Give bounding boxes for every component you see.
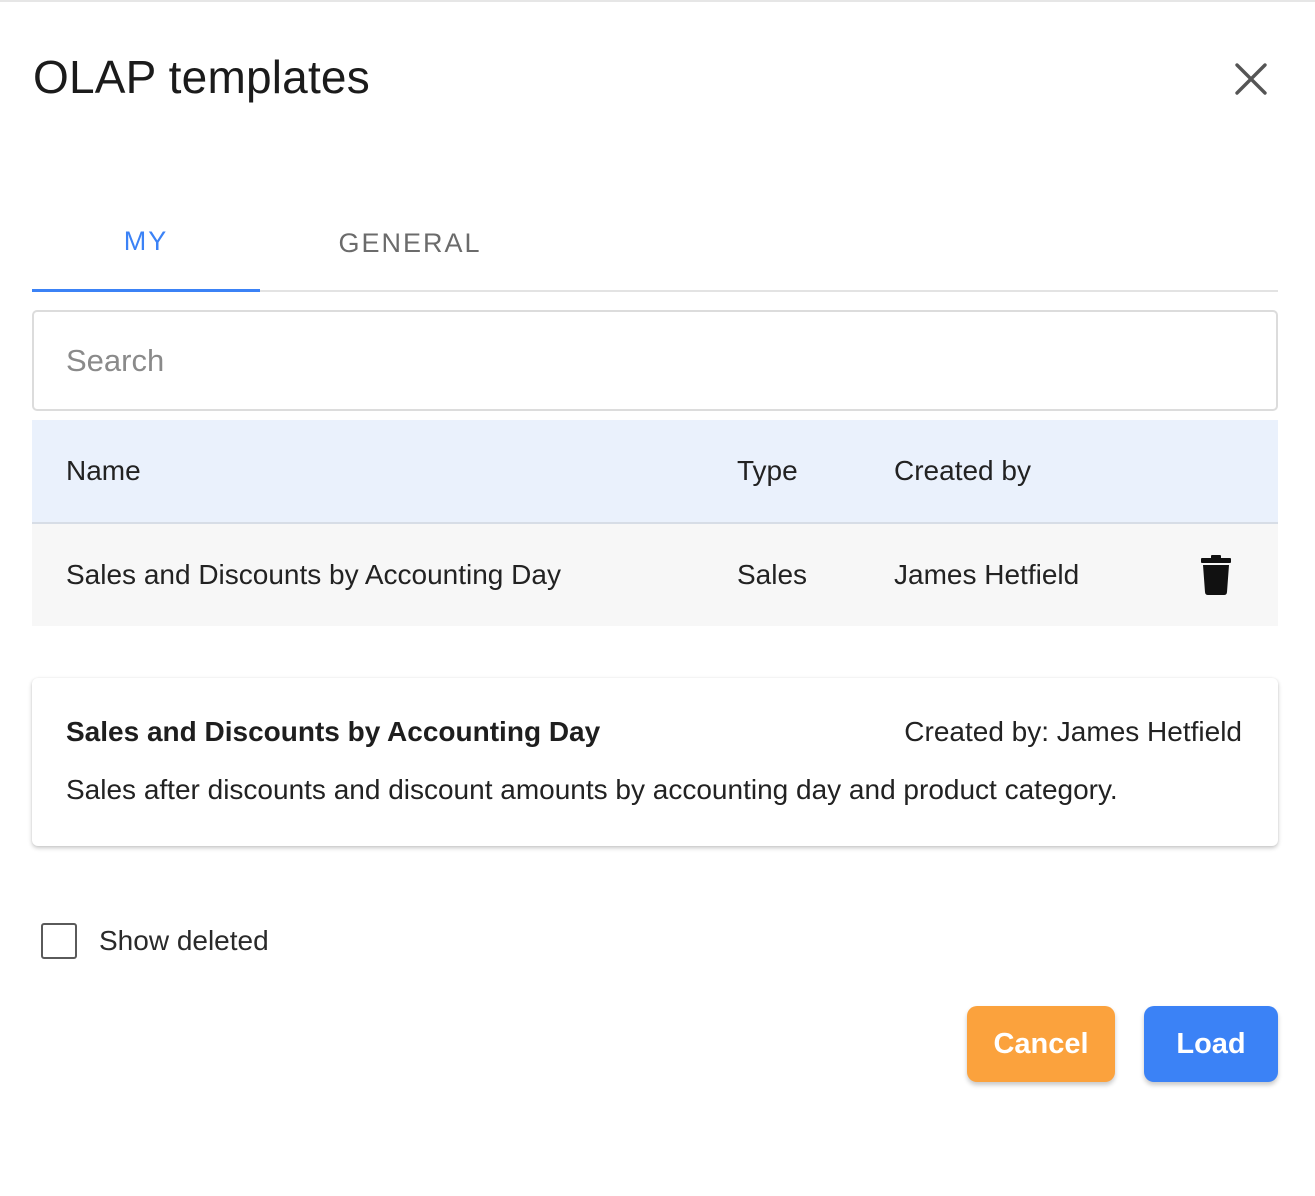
table-row[interactable]: Sales and Discounts by Accounting Day Sa… xyxy=(32,524,1278,626)
row-type: Sales xyxy=(737,559,808,590)
delete-button[interactable] xyxy=(1192,524,1240,626)
column-header-created-by[interactable]: Created by xyxy=(894,420,1031,522)
templates-table: Name Type Created by Sales and Discounts… xyxy=(32,420,1278,626)
cancel-button[interactable]: Cancel xyxy=(967,1006,1115,1082)
olap-templates-dialog: OLAP templates MY GENERAL Name Type Crea… xyxy=(0,0,1315,1196)
show-deleted-label: Show deleted xyxy=(99,925,269,956)
template-details-card: Sales and Discounts by Accounting Day Cr… xyxy=(32,678,1278,846)
table-header: Name Type Created by xyxy=(32,420,1278,524)
search-box xyxy=(32,310,1278,411)
show-deleted-toggle[interactable]: Show deleted xyxy=(41,923,269,959)
tab-bar: MY GENERAL xyxy=(32,194,1278,292)
tab-my[interactable]: MY xyxy=(32,194,260,292)
dialog-title: OLAP templates xyxy=(33,51,370,103)
details-created-by: Created by: James Hetfield xyxy=(904,716,1242,747)
tab-general[interactable]: GENERAL xyxy=(260,194,560,292)
search-input[interactable] xyxy=(34,312,1276,409)
row-name: Sales and Discounts by Accounting Day xyxy=(66,559,561,590)
close-icon xyxy=(1235,63,1267,95)
trash-icon xyxy=(1201,555,1231,595)
load-button[interactable]: Load xyxy=(1144,1006,1278,1082)
details-description: Sales after discounts and discount amoun… xyxy=(66,774,1118,805)
show-deleted-checkbox[interactable] xyxy=(41,923,77,959)
column-header-type[interactable]: Type xyxy=(737,420,798,522)
column-header-name[interactable]: Name xyxy=(66,420,141,522)
row-created-by: James Hetfield xyxy=(894,559,1080,590)
close-button[interactable] xyxy=(1228,56,1274,102)
details-title: Sales and Discounts by Accounting Day xyxy=(66,716,601,747)
